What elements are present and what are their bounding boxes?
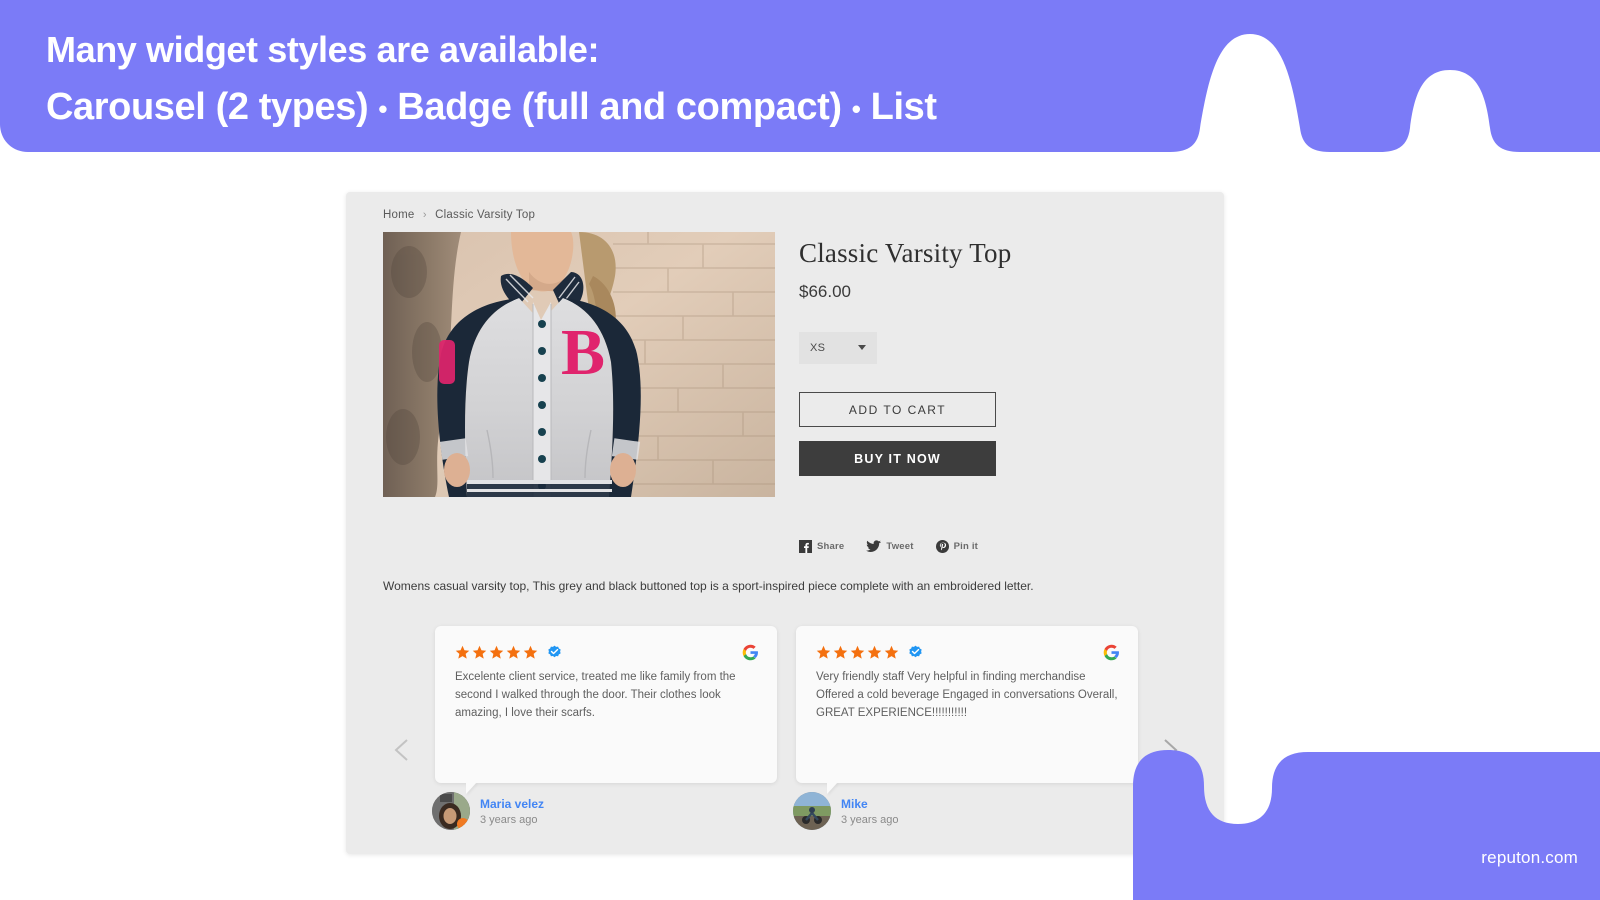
star-icon [523, 645, 538, 659]
social-share-row: Share Tweet Pin it [799, 540, 978, 553]
verified-badge-icon [909, 645, 922, 658]
add-to-cart-button[interactable]: ADD TO CART [799, 392, 996, 427]
star-icon [884, 645, 899, 659]
twitter-icon [866, 540, 882, 552]
banner-separator-dot-1: • [378, 93, 388, 124]
footer-wave-shape [1133, 750, 1600, 900]
banner-text-block: Many widget styles are available: Carous… [46, 22, 1226, 138]
chevron-left-icon [394, 739, 408, 761]
banner-separator-dot-2: • [851, 93, 861, 124]
header-banner: Many widget styles are available: Carous… [0, 0, 1600, 152]
star-icon [472, 645, 487, 659]
google-logo-icon [1103, 644, 1119, 661]
breadcrumb: Home › Classic Varsity Top [383, 209, 535, 221]
review-timestamp: 3 years ago [841, 813, 899, 826]
avatar [432, 792, 470, 830]
reviewer-block: Maria velez 3 years ago [432, 792, 544, 830]
review-timestamp: 3 years ago [480, 813, 538, 826]
carousel-prev-button[interactable] [388, 735, 418, 765]
breadcrumb-current: Classic Varsity Top [435, 209, 536, 221]
banner-headline: Many widget styles are available: [46, 29, 600, 70]
banner-subline: Carousel (2 types) • Badge (full and com… [46, 78, 1226, 138]
reviewer-name[interactable]: Maria velez [480, 797, 544, 811]
review-card[interactable]: Excelente client service, treated me lik… [435, 626, 777, 794]
avatar-photo [793, 792, 831, 830]
google-logo-icon [742, 644, 758, 661]
reviewer-meta: Mike 3 years ago [841, 797, 898, 826]
star-icon [833, 645, 848, 659]
banner-item-carousel: Carousel (2 types) [46, 86, 369, 128]
brand-label: reputon.com [1481, 848, 1578, 867]
buy-it-now-button[interactable]: BUY IT NOW [799, 441, 996, 476]
pinterest-icon [935, 540, 949, 553]
facebook-icon [799, 540, 812, 553]
share-facebook-button[interactable]: Share [799, 540, 844, 553]
star-icon [867, 645, 882, 659]
star-icon [489, 645, 504, 659]
breadcrumb-home-link[interactable]: Home [383, 209, 414, 221]
size-select-value: XS [810, 342, 826, 354]
review-header [435, 626, 777, 661]
review-header [796, 626, 1138, 661]
footer-brand-shape: reputon.com [1040, 700, 1600, 900]
product-description: Womens casual varsity top, This grey and… [383, 579, 1034, 593]
verified-badge-icon [548, 645, 561, 658]
product-info-panel: Classic Varsity Top $66.00 XS ADD TO CAR… [799, 238, 1139, 476]
slide-root: Many widget styles are available: Carous… [0, 0, 1600, 900]
product-title: Classic Varsity Top [799, 238, 1012, 268]
rating-stars [455, 645, 538, 660]
star-icon [506, 645, 521, 659]
review-text: Excelente client service, treated me lik… [455, 671, 736, 719]
avatar [793, 792, 831, 830]
size-select[interactable]: XS [799, 332, 877, 364]
avatar-photo [432, 792, 470, 830]
rating-stars [816, 645, 899, 660]
svg-text:B: B [561, 316, 605, 389]
star-icon [816, 645, 831, 659]
share-facebook-label: Share [817, 541, 845, 552]
share-twitter-button[interactable]: Tweet [866, 540, 913, 553]
share-pinterest-label: Pin it [953, 541, 979, 552]
product-image[interactable]: B [383, 232, 775, 497]
breadcrumb-separator-icon: › [422, 209, 427, 221]
reviewer-name[interactable]: Mike [841, 797, 898, 811]
share-pinterest-button[interactable]: Pin it [935, 540, 979, 553]
product-price: $66.00 [799, 282, 851, 301]
reviewer-block: Mike 3 years ago [793, 792, 898, 830]
reviewer-meta: Maria velez 3 years ago [480, 797, 544, 826]
product-photo-illustration: B [383, 232, 775, 497]
star-icon [455, 645, 470, 659]
banner-item-badge: Badge (full and compact) [397, 86, 842, 128]
share-twitter-label: Tweet [886, 541, 914, 552]
chevron-down-icon [858, 345, 866, 350]
star-icon [850, 645, 865, 659]
banner-item-list: List [870, 86, 937, 128]
